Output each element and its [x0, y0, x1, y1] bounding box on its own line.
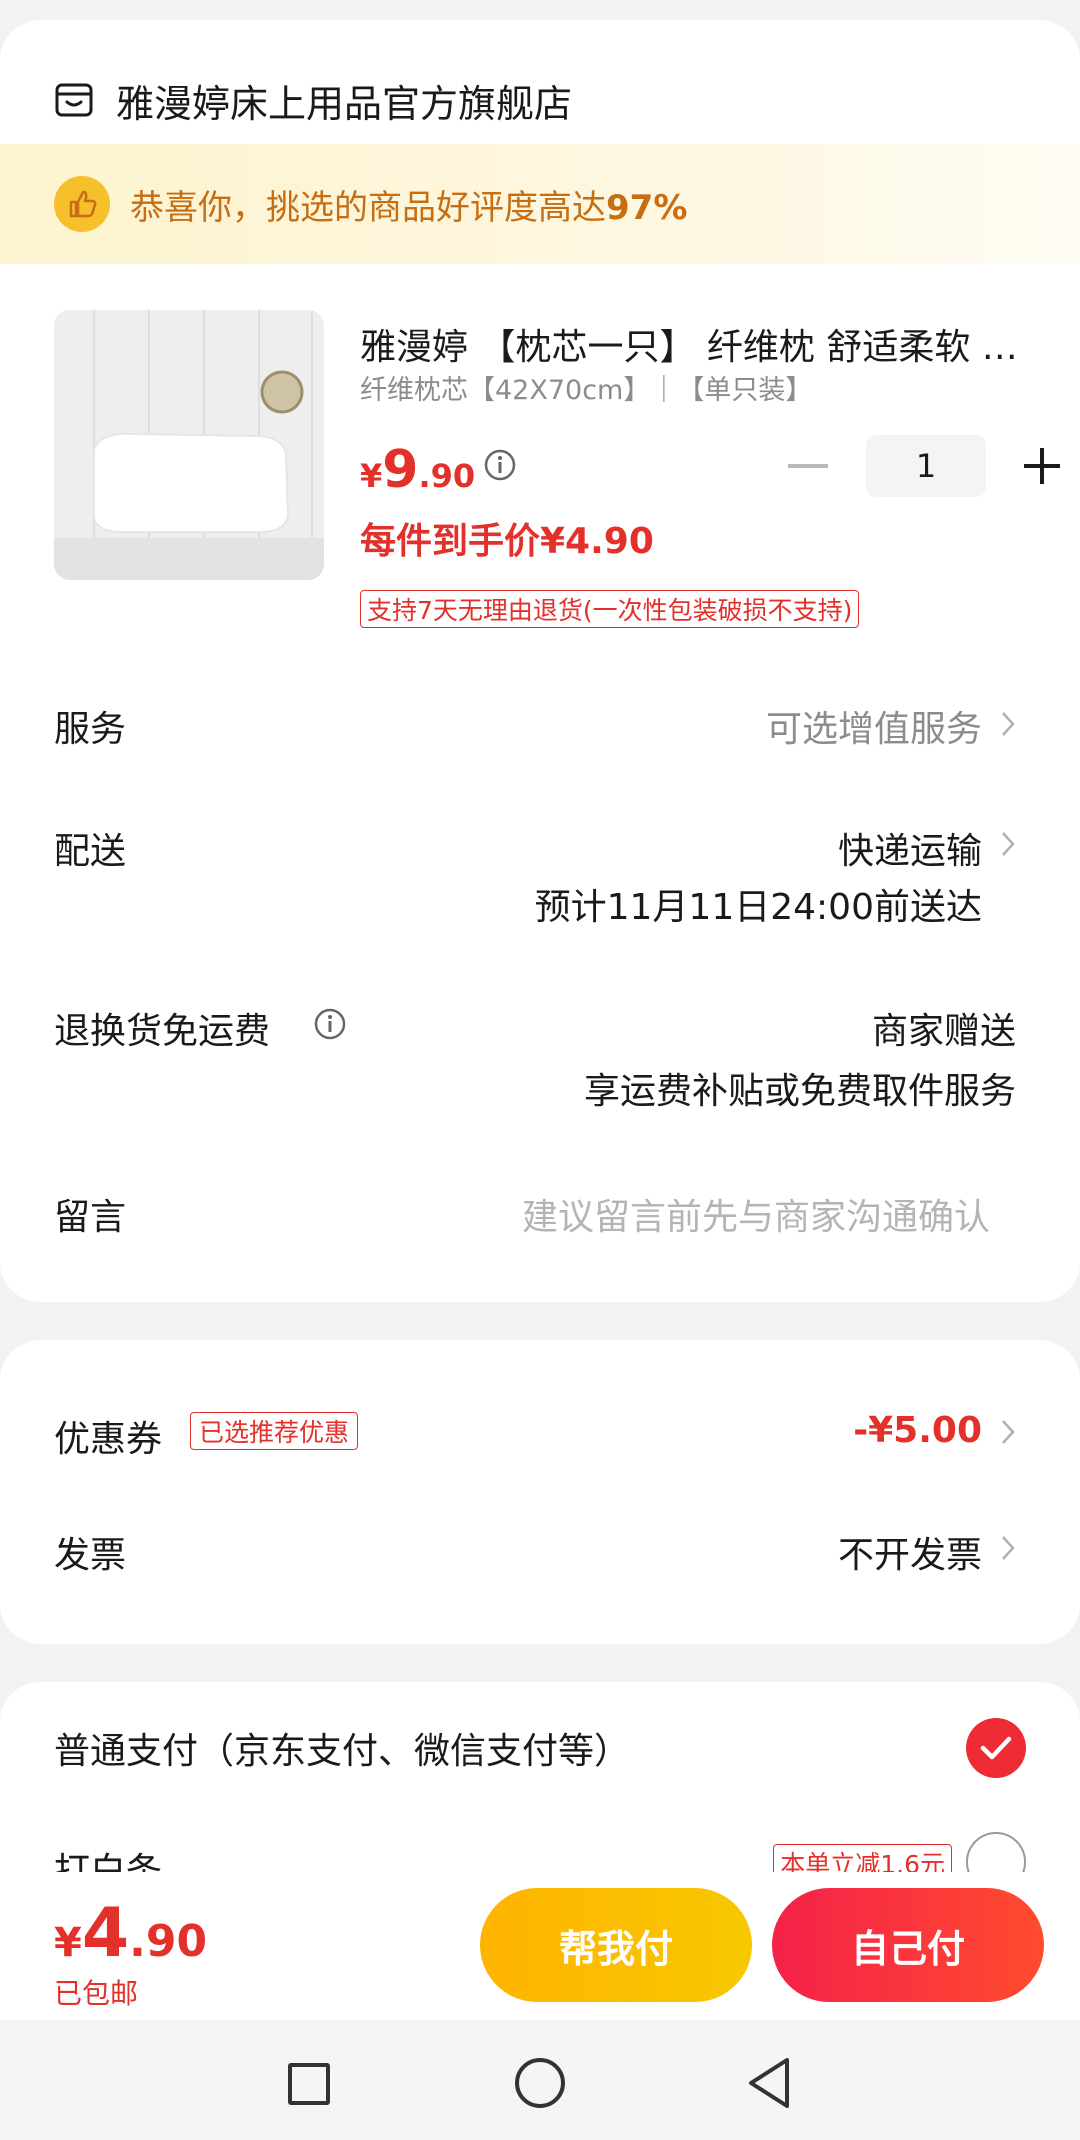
increase-button[interactable] [1024, 448, 1060, 484]
coupon-chevron-icon[interactable] [1000, 1418, 1016, 1446]
recents-icon[interactable] [288, 2063, 330, 2105]
coupon-label: 优惠券 [54, 1419, 163, 1460]
self-pay-button[interactable]: 自己付 [772, 1888, 1044, 2002]
quantity-stepper: 1 [788, 435, 1060, 497]
product-spec[interactable]: 纤维枕芯【42X70cm】｜【单只装】 [360, 368, 812, 407]
normal-pay-label[interactable]: 普通支付（京东支付、微信支付等） [54, 1722, 630, 1774]
return-policy-tag: 支持7天无理由退货(一次性包装破损不支持) [360, 590, 860, 628]
invoice-chevron-icon[interactable] [1000, 1534, 1016, 1562]
return-shipping-label: 退换货免运费 [54, 1011, 271, 1052]
product-title[interactable]: 雅漫婷 【枕芯一只】 纤维枕 舒适柔软 单人枕头 [360, 318, 1020, 370]
coupon-tag: 已选推荐优惠 [190, 1412, 359, 1450]
price-info-icon[interactable] [483, 448, 517, 482]
rating-banner: 恭喜你，挑选的商品好评度高达97% [0, 144, 1080, 264]
delivery-value[interactable]: 快递运输 [838, 822, 982, 874]
invoice-value[interactable]: 不开发票 [838, 1526, 982, 1578]
service-value[interactable]: 可选增值服务 [766, 700, 982, 752]
home-icon[interactable] [515, 2058, 565, 2108]
invoice-label: 发票 [54, 1535, 127, 1576]
decrease-button[interactable] [788, 464, 828, 468]
normal-pay-check-icon[interactable] [966, 1718, 1026, 1778]
return-shipping-value: 商家赠送 [871, 1011, 1016, 1052]
banner-text: 恭喜你，挑选的商品好评度高达97% [130, 187, 688, 228]
coupon-value[interactable]: -¥5.00 [853, 1410, 982, 1451]
service-chevron-icon[interactable] [1000, 710, 1016, 738]
message-label: 留言 [54, 1197, 127, 1238]
return-shipping-desc: 享运费补贴或免费取件服务 [583, 1071, 1016, 1112]
discount-card: 优惠券 已选推荐优惠 -¥5.00 发票 不开发票 [0, 1340, 1080, 1644]
unit-price: ¥9.90 [360, 440, 476, 500]
delivery-chevron-icon[interactable] [1000, 830, 1016, 858]
help-pay-button[interactable]: 帮我付 [480, 1888, 752, 2002]
final-price: 每件到手价¥4.90 [360, 521, 654, 562]
delivery-label: 配送 [54, 831, 127, 872]
back-icon[interactable] [745, 2056, 793, 2110]
order-card: 雅漫婷床上用品官方旗舰店 恭喜你，挑选的商品好评度高达97% 雅漫婷 【枕芯一只… [0, 20, 1080, 1302]
rating-highlight: 97% [606, 187, 688, 228]
delivery-eta: 预计11月11日24:00前送达 [534, 887, 982, 928]
shipping-note: 已包邮 [54, 1977, 139, 2010]
message-input[interactable]: 建议留言前先与商家沟通确认 [522, 1188, 990, 1240]
checkout-bar: ¥4.90 已包邮 帮我付 自己付 [0, 1872, 1080, 2020]
thumbs-up-icon [54, 176, 110, 232]
store-icon [55, 83, 93, 117]
store-name: 雅漫婷床上用品官方旗舰店 [116, 81, 573, 126]
return-shipping-info-icon[interactable] [313, 1007, 347, 1041]
service-label: 服务 [54, 709, 127, 750]
quantity-value[interactable]: 1 [866, 435, 986, 497]
total-price: ¥4.90 [54, 1894, 208, 1973]
store-header[interactable]: 雅漫婷床上用品官方旗舰店 [54, 60, 572, 140]
product-image[interactable] [54, 310, 324, 580]
system-nav-bar [0, 2020, 1080, 2140]
